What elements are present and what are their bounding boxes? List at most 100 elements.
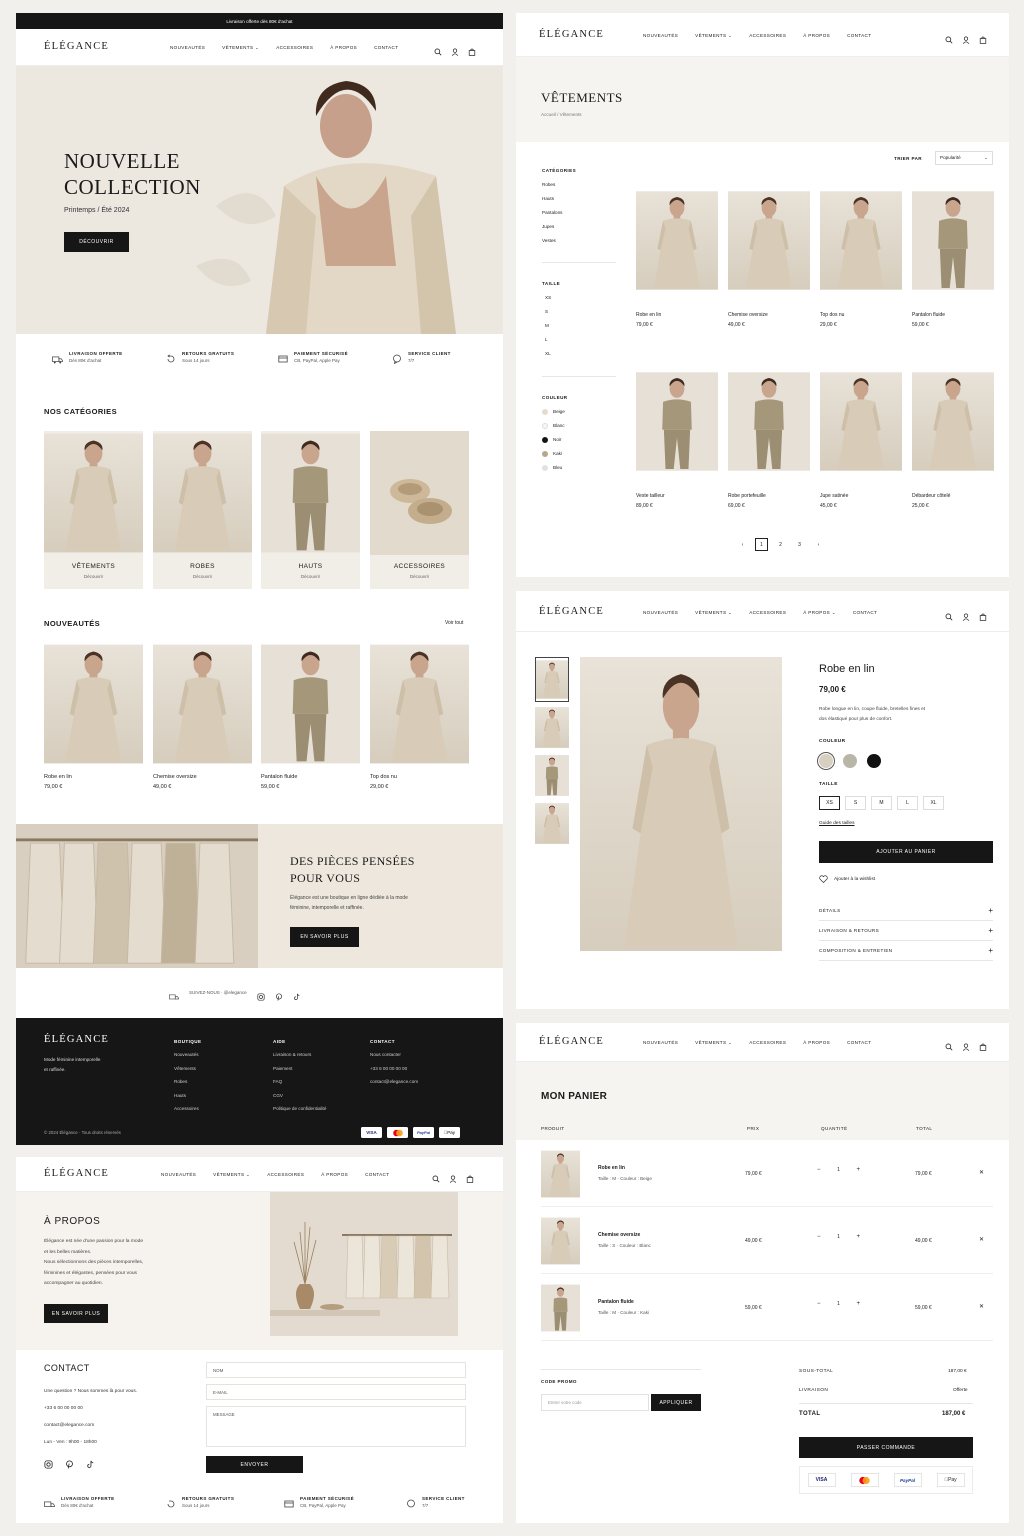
next-page-icon[interactable]: › bbox=[812, 542, 825, 548]
contact-email[interactable]: contact@elegance.com bbox=[44, 1417, 137, 1434]
footer-link[interactable]: FAQ bbox=[273, 1075, 326, 1088]
account-icon[interactable] bbox=[449, 1170, 457, 1183]
nav-item-a-propos[interactable]: À PROPOS bbox=[803, 1040, 830, 1046]
color-option[interactable]: Bleu bbox=[542, 461, 568, 475]
filter-option[interactable]: S bbox=[542, 305, 560, 319]
quantity-value[interactable]: 1 bbox=[837, 1234, 840, 1240]
product-card[interactable]: Robe en lin 79,00 € bbox=[636, 180, 718, 328]
see-all-link[interactable]: Voir tout bbox=[445, 620, 463, 626]
nav-item-vetements[interactable]: VÊTEMENTS ⌄ bbox=[695, 33, 732, 39]
search-icon[interactable] bbox=[945, 608, 953, 621]
nav-item-accessoires[interactable]: ACCESSOIRES bbox=[276, 45, 313, 51]
product-card[interactable]: Débardeur côtelé 25,00 € bbox=[912, 361, 994, 509]
nav-item-contact[interactable]: CONTACT bbox=[374, 45, 398, 51]
increase-button[interactable]: + bbox=[856, 1301, 860, 1307]
account-icon[interactable] bbox=[451, 43, 459, 56]
size-guide-link[interactable]: Guide des tailles bbox=[819, 821, 854, 826]
nav-item-nouveautes[interactable]: NOUVEAUTÉS bbox=[643, 33, 678, 39]
size-option[interactable]: XS bbox=[819, 796, 840, 810]
accordion-details[interactable]: DÉTAILS + bbox=[819, 901, 993, 921]
category-link[interactable]: Découvrir bbox=[153, 574, 252, 579]
nav-item-nouveautes[interactable]: NOUVEAUTÉS bbox=[170, 45, 205, 51]
nav-item-vetements[interactable]: VÊTEMENTS ⌄ bbox=[695, 1040, 732, 1046]
filter-option[interactable]: M bbox=[542, 319, 560, 333]
footer-link[interactable]: Vêtements bbox=[174, 1062, 201, 1075]
decrease-button[interactable]: − bbox=[817, 1167, 821, 1173]
pinterest-icon[interactable] bbox=[65, 1456, 74, 1469]
footer-link[interactable]: +33 6 00 00 00 00 bbox=[370, 1062, 418, 1075]
thumbnail[interactable] bbox=[535, 705, 569, 750]
brand-logo[interactable]: ÉLÉGANCE bbox=[539, 606, 604, 617]
nav-item-accessoires[interactable]: ACCESSOIRES bbox=[749, 33, 786, 39]
nav-item-vetements[interactable]: VÊTEMENTS ⌄ bbox=[222, 45, 259, 51]
instagram-icon[interactable] bbox=[257, 988, 265, 1001]
quantity-value[interactable]: 1 bbox=[837, 1301, 840, 1307]
accordion-shipping[interactable]: LIVRAISON & RETOURS + bbox=[819, 921, 993, 941]
account-icon[interactable] bbox=[962, 1038, 970, 1051]
nav-item-contact[interactable]: CONTACT bbox=[365, 1172, 389, 1178]
nav-item-accessoires[interactable]: ACCESSOIRES bbox=[749, 1040, 786, 1046]
nav-item-accessoires[interactable]: ACCESSOIRES bbox=[267, 1172, 304, 1178]
size-option[interactable]: L bbox=[897, 796, 918, 810]
search-icon[interactable] bbox=[434, 43, 442, 56]
decrease-button[interactable]: − bbox=[817, 1234, 821, 1240]
product-card[interactable]: Chemise oversize 49,00 € bbox=[728, 180, 810, 328]
nav-item-vetements[interactable]: VÊTEMENTS ⌄ bbox=[213, 1172, 250, 1178]
footer-link[interactable]: Livraison & retours bbox=[273, 1048, 326, 1061]
thumbnail[interactable] bbox=[535, 657, 569, 702]
tiktok-icon[interactable] bbox=[86, 1456, 95, 1468]
remove-item-icon[interactable]: ✕ bbox=[979, 1236, 984, 1243]
bag-icon[interactable] bbox=[979, 608, 987, 621]
category-link[interactable]: Découvrir bbox=[44, 574, 143, 579]
product-card[interactable]: Robe portefeuille 69,00 € bbox=[728, 361, 810, 509]
category-link[interactable]: Découvrir bbox=[370, 574, 469, 579]
page-1[interactable]: 1 bbox=[755, 538, 768, 551]
nav-item-contact[interactable]: CONTACT bbox=[847, 1040, 871, 1046]
footer-link[interactable]: Nous contacter bbox=[370, 1048, 418, 1061]
filter-option[interactable]: Jupes bbox=[542, 220, 576, 234]
thumbnail[interactable] bbox=[535, 801, 569, 846]
learn-more-button[interactable]: EN SAVOIR PLUS bbox=[290, 927, 359, 947]
footer-link[interactable]: Nouveautés bbox=[174, 1048, 201, 1061]
footer-link[interactable]: contact@elegance.com bbox=[370, 1075, 418, 1088]
search-icon[interactable] bbox=[432, 1170, 440, 1183]
accordion-composition[interactable]: COMPOSITION & ENTRETIEN + bbox=[819, 941, 993, 961]
account-icon[interactable] bbox=[962, 608, 970, 621]
checkout-button[interactable]: PASSER COMMANDE bbox=[799, 1437, 973, 1458]
product-card[interactable]: Top dos nu 29,00 € bbox=[370, 644, 469, 790]
bag-icon[interactable] bbox=[979, 1038, 987, 1051]
wishlist-button[interactable]: Ajouter à la wishlist bbox=[819, 875, 875, 883]
send-button[interactable]: ENVOYER bbox=[206, 1456, 303, 1473]
cart-item-name[interactable]: Chemise oversize bbox=[598, 1232, 640, 1238]
category-link[interactable]: Découvrir bbox=[261, 574, 360, 579]
footer-logo[interactable]: ÉLÉGANCE bbox=[44, 1034, 109, 1045]
increase-button[interactable]: + bbox=[856, 1234, 860, 1240]
size-option[interactable]: M bbox=[871, 796, 892, 810]
nav-item-a-propos[interactable]: À PROPOS ⌄ bbox=[803, 610, 836, 616]
product-card[interactable]: Robe en lin 79,00 € bbox=[44, 644, 143, 790]
filter-option[interactable]: Robes bbox=[542, 178, 576, 192]
breadcrumb[interactable]: Accueil / Vêtements bbox=[541, 112, 582, 117]
footer-link[interactable]: Paiement bbox=[273, 1062, 326, 1075]
search-icon[interactable] bbox=[945, 1038, 953, 1051]
add-to-cart-button[interactable]: AJOUTER AU PANIER bbox=[819, 841, 993, 863]
bag-icon[interactable] bbox=[468, 43, 476, 56]
product-card[interactable]: Chemise oversize 49,00 € bbox=[153, 644, 252, 790]
color-swatch[interactable] bbox=[843, 754, 857, 768]
prev-page-icon[interactable]: ‹ bbox=[736, 542, 749, 548]
instagram-icon[interactable] bbox=[44, 1456, 53, 1469]
product-card[interactable]: Top dos nu 29,00 € bbox=[820, 180, 902, 328]
cart-item-name[interactable]: Pantalon fluide bbox=[598, 1299, 634, 1305]
remove-item-icon[interactable]: ✕ bbox=[979, 1303, 984, 1310]
sort-select[interactable]: Popularité ⌄ bbox=[935, 151, 993, 165]
page-3[interactable]: 3 bbox=[793, 542, 806, 548]
nav-item-contact[interactable]: CONTACT bbox=[853, 610, 877, 616]
size-option[interactable]: S bbox=[845, 796, 866, 810]
nav-item-accessoires[interactable]: ACCESSOIRES bbox=[749, 610, 786, 616]
product-card[interactable]: Pantalon fluide 59,00 € bbox=[261, 644, 360, 790]
filter-option[interactable]: Vestes bbox=[542, 234, 576, 248]
nav-item-nouveautes[interactable]: NOUVEAUTÉS bbox=[643, 1040, 678, 1046]
color-option[interactable]: Kaki bbox=[542, 447, 568, 461]
email-field[interactable]: E-MAIL bbox=[206, 1384, 466, 1400]
filter-option[interactable]: L bbox=[542, 333, 560, 347]
